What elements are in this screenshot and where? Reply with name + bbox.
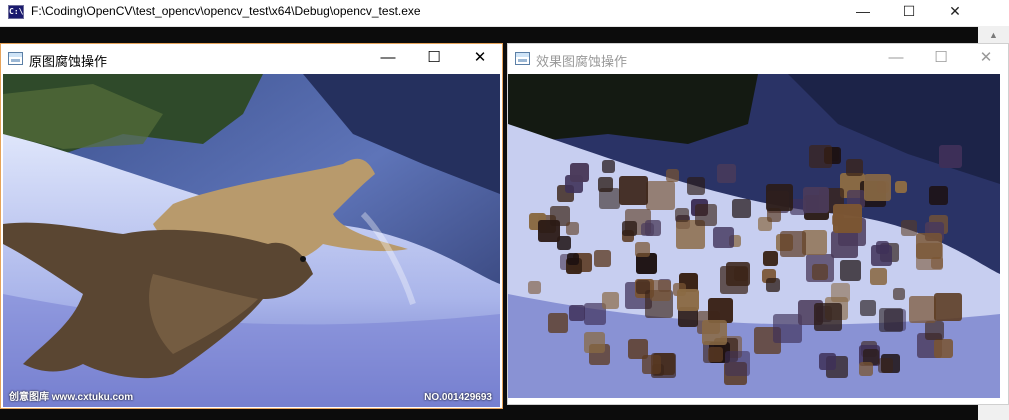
erosion-block: [809, 145, 832, 168]
erosion-block: [870, 268, 887, 285]
eroded-wolves-image: [508, 74, 1000, 398]
console-minimize-button[interactable]: —: [840, 0, 886, 26]
erosion-block: [708, 298, 733, 323]
erosion-block: [602, 160, 615, 173]
erosion-block: [812, 264, 828, 280]
erosion-block: [909, 296, 936, 323]
erosion-block: [726, 262, 750, 286]
erosion-block: [901, 220, 917, 236]
erosion-block: [895, 181, 907, 193]
erosion-block: [695, 204, 717, 226]
erosion-block: [925, 321, 944, 340]
erosion-block: [864, 174, 891, 201]
result-close-button[interactable]: ✕: [963, 46, 1009, 72]
erosion-block: [803, 187, 829, 213]
console-app-icon: C:\: [8, 5, 24, 19]
erosion-block: [860, 300, 876, 316]
erosion-block: [773, 314, 802, 343]
original-close-button[interactable]: ✕: [457, 46, 503, 72]
original-window-titlebar[interactable]: 原图腐蚀操作 — ☐ ✕: [1, 44, 502, 74]
erosion-block: [635, 242, 650, 257]
erosion-block: [725, 351, 750, 376]
scroll-up-arrow-icon[interactable]: ▲: [978, 28, 1009, 42]
erosion-block: [831, 231, 858, 258]
erosion-block: [538, 220, 560, 242]
watermark-left: 创意图库 www.cxtuku.com: [9, 392, 134, 403]
erosion-block: [636, 280, 650, 294]
original-window-title: 原图腐蚀操作: [29, 54, 108, 69]
erosion-block: [916, 233, 942, 259]
erosion-block: [642, 355, 661, 374]
erosion-block: [879, 308, 903, 332]
erosion-block: [766, 278, 780, 292]
erosion-block: [893, 288, 905, 300]
eroded-image: [508, 74, 1000, 398]
erosion-block: [708, 347, 723, 362]
erosion-block: [570, 163, 589, 182]
window-app-icon: [515, 52, 530, 65]
watermark-right: NO.001429693: [424, 392, 492, 403]
erosion-block: [666, 169, 679, 182]
result-window-title: 效果图腐蚀操作: [536, 54, 628, 69]
erosion-block: [929, 186, 948, 205]
erosion-block: [939, 145, 962, 168]
erosion-block: [528, 281, 541, 294]
result-minimize-button[interactable]: —: [873, 46, 919, 72]
erosion-block: [934, 339, 953, 358]
console-close-button[interactable]: ✕: [932, 0, 978, 26]
erosion-block: [567, 253, 579, 265]
erosion-block: [878, 358, 893, 373]
window-app-icon: [8, 52, 23, 65]
wolves-painting: [3, 74, 500, 407]
erosion-block: [548, 313, 568, 333]
erosion-block: [763, 251, 778, 266]
erosion-block: [677, 289, 699, 311]
original-minimize-button[interactable]: —: [365, 46, 411, 72]
erosion-block: [569, 305, 585, 321]
result-maximize-button[interactable]: ☐: [918, 46, 964, 72]
console-maximize-button[interactable]: ☐: [886, 0, 932, 26]
erosion-block: [619, 176, 648, 205]
erosion-block: [584, 332, 605, 353]
erosion-block: [594, 250, 611, 267]
erosion-block: [622, 221, 637, 236]
erosion-block: [675, 208, 689, 222]
result-image-window: 效果图腐蚀操作 — ☐ ✕: [507, 43, 1009, 405]
erosion-block: [702, 320, 727, 345]
erosion-block: [766, 184, 793, 211]
result-window-titlebar[interactable]: 效果图腐蚀操作 — ☐ ✕: [508, 44, 1008, 74]
erosion-block: [846, 159, 863, 176]
erosion-block: [566, 222, 579, 235]
console-titlebar[interactable]: C:\ F:\Coding\OpenCV\test_opencv\opencv_…: [0, 0, 1009, 27]
erosion-block: [934, 293, 962, 321]
erosion-block: [833, 204, 862, 233]
erosion-block: [687, 177, 705, 195]
erosion-block: [713, 227, 734, 248]
erosion-block: [717, 164, 736, 183]
erosion-block: [646, 181, 675, 210]
erosion-block: [650, 280, 671, 301]
erosion-block: [831, 283, 850, 302]
original-image: 创意图库 www.cxtuku.com NO.001429693: [3, 74, 500, 407]
erosion-block: [840, 260, 861, 281]
original-maximize-button[interactable]: ☐: [411, 46, 457, 72]
erosion-block: [602, 292, 619, 309]
console-title: F:\Coding\OpenCV\test_opencv\opencv_test…: [31, 4, 421, 18]
erosion-block: [859, 362, 873, 376]
erosion-block: [732, 199, 751, 218]
original-image-window: 原图腐蚀操作 — ☐ ✕ 创意图库 www.cxtuku.com NO.0014…: [0, 43, 503, 409]
erosion-block: [819, 353, 836, 370]
erosion-block: [780, 231, 806, 257]
erosion-block: [814, 303, 842, 331]
erosion-block: [645, 220, 661, 236]
erosion-block: [598, 177, 613, 192]
erosion-block: [871, 245, 892, 266]
